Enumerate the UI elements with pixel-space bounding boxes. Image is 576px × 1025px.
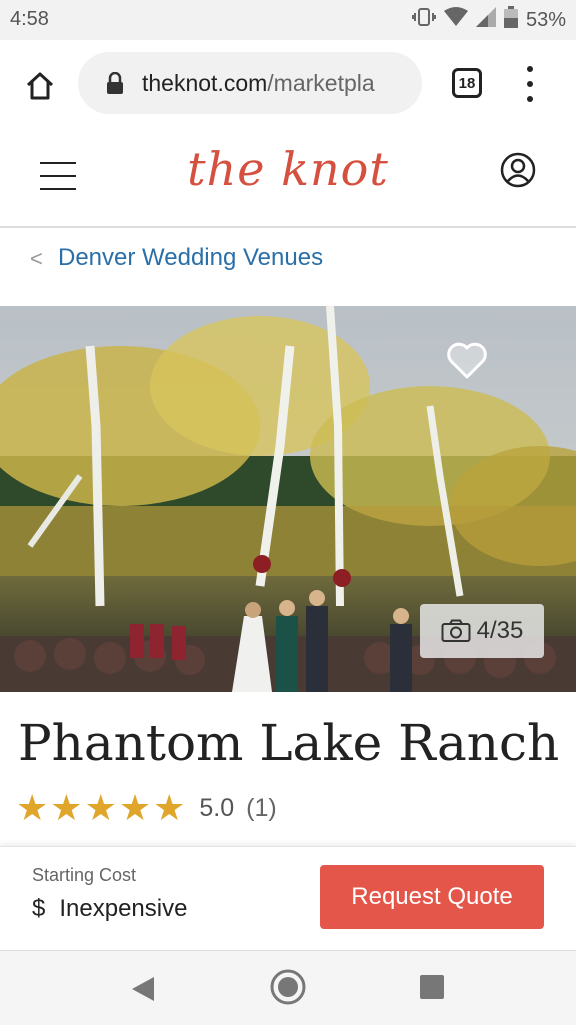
star-icon: ★ <box>50 787 83 828</box>
chevron-left-icon: < <box>30 246 43 271</box>
wifi-icon <box>443 7 468 33</box>
browser-toolbar: theknot.com/marketpla 18 <box>0 40 576 129</box>
dollar-icon: $ <box>32 895 46 922</box>
recent-apps-icon[interactable] <box>420 975 444 999</box>
url-path: /marketpla <box>267 69 375 96</box>
battery-percent: 53% <box>525 8 566 31</box>
address-bar[interactable]: theknot.com/marketpla <box>78 52 422 114</box>
battery-icon <box>503 6 518 34</box>
breadcrumb: < Denver Wedding Venues <box>0 228 576 306</box>
star-icon: ★ <box>84 787 117 828</box>
star-icon: ★ <box>118 787 152 828</box>
review-count: (1) <box>246 793 277 822</box>
status-icons: 53% <box>411 6 566 34</box>
cost-panel: Starting Cost $ Inexpensive Request Quote <box>0 846 576 951</box>
back-icon[interactable] <box>130 975 156 1003</box>
site-header: the knot <box>0 128 576 228</box>
account-icon[interactable] <box>500 152 536 188</box>
request-quote-button[interactable]: Request Quote <box>320 865 544 929</box>
camera-icon <box>441 619 471 642</box>
system-nav-bar <box>0 950 576 1025</box>
cost-value: Inexpensive <box>59 895 188 922</box>
cost-label: Starting Cost <box>32 865 137 885</box>
photo-counter[interactable]: 4/35 <box>420 604 544 658</box>
site-logo[interactable]: the knot <box>0 142 576 196</box>
cost-value-row: $ Inexpensive <box>32 895 187 923</box>
browser-home-button[interactable] <box>20 66 60 106</box>
breadcrumb-link[interactable]: Denver Wedding Venues <box>58 244 323 272</box>
signal-icon <box>475 7 496 33</box>
lock-icon <box>104 72 126 94</box>
home-circle-icon[interactable] <box>270 969 306 1005</box>
url-text: theknot.com/marketpla <box>142 70 404 97</box>
status-bar: 4:58 53% <box>0 0 576 40</box>
heart-icon[interactable] <box>446 340 488 380</box>
home-icon <box>26 72 54 100</box>
tabs-button[interactable]: 18 <box>452 68 482 98</box>
url-domain: theknot.com <box>142 69 268 96</box>
venue-title: Phantom Lake Ranch <box>18 714 560 772</box>
tab-count: 18 <box>458 74 476 92</box>
star-icon: ★ <box>16 787 49 828</box>
photo-counter-text: 4/35 <box>476 617 524 644</box>
venue-rating[interactable]: ★ ★ ★ ★ ★ 5.0 (1) <box>16 790 277 826</box>
star-icon: ★ <box>153 787 186 828</box>
more-icon[interactable] <box>520 66 540 102</box>
status-time: 4:58 <box>10 8 49 30</box>
vibrate-icon <box>411 7 436 33</box>
venue-photo[interactable]: 4/35 <box>0 306 576 692</box>
rating-value: 5.0 <box>199 793 235 822</box>
